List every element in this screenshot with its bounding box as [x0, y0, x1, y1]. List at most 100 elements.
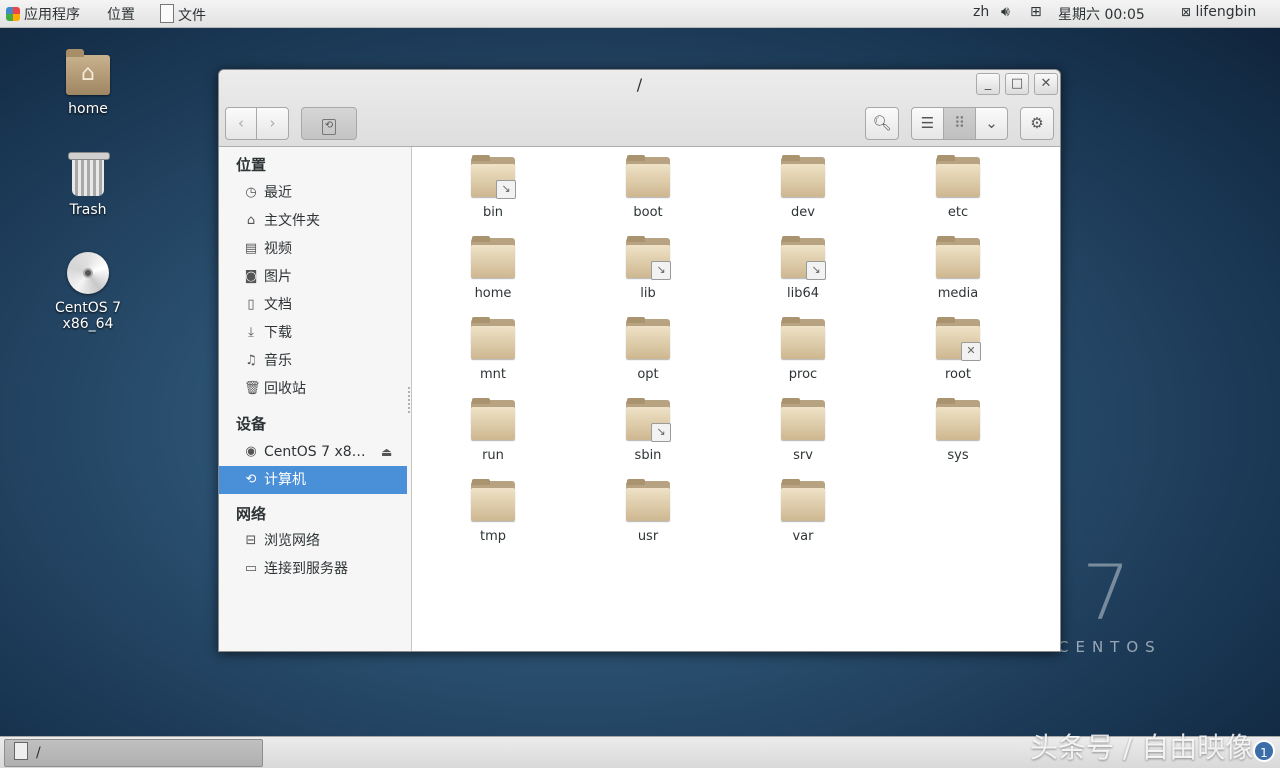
sidebar-item-computer[interactable]: ⟲ 计算机	[219, 466, 407, 494]
file-item[interactable]: proc	[748, 317, 858, 382]
file-name: tmp	[479, 529, 506, 544]
folder-icon	[626, 479, 670, 521]
file-manager-icon	[160, 4, 174, 23]
file-name: dev	[791, 205, 815, 220]
home-icon: ⌂	[246, 213, 256, 228]
file-name: sbin	[634, 448, 662, 463]
home-folder-icon	[66, 49, 110, 95]
file-name: srv	[793, 448, 813, 463]
optical-disc-icon	[67, 252, 109, 294]
sidebar-item-documents[interactable]: ▯ 文档	[219, 291, 407, 319]
file-item[interactable]: ✕ root	[903, 317, 1013, 382]
file-item[interactable]: dev	[748, 155, 858, 220]
search-icon: 🔍︎	[872, 114, 892, 132]
grid-view-button[interactable]: ⠿	[943, 107, 976, 140]
file-name: home	[474, 286, 512, 301]
file-manager-window: / _ □ ✕ ‹ › ⟲ 🔍︎ ☰ ⠿ ⌄ ⚙ 位置 ◷ 最近 ⌂ 主文件夹 ▤ 视…	[218, 69, 1061, 652]
file-item[interactable]: mnt	[438, 317, 548, 382]
forward-arrow-icon: ›	[269, 114, 276, 132]
sidebar-item-browse-network[interactable]: ⊟ 浏览网络	[219, 527, 407, 555]
centos-version-mark: 7	[1082, 548, 1131, 637]
folder-icon	[936, 398, 980, 440]
network-status-icon[interactable]: ⊞	[1030, 4, 1042, 20]
file-item[interactable]: home	[438, 236, 548, 301]
recent-icon: ◷	[245, 185, 257, 200]
desktop-icon-trash[interactable]: Trash	[28, 152, 148, 218]
file-name: lib64	[786, 286, 820, 301]
app-menu[interactable]: 文件	[160, 4, 206, 25]
list-view-button[interactable]: ☰	[911, 107, 944, 140]
folder-icon	[626, 317, 670, 359]
clock[interactable]: 星期六 00:05	[1058, 4, 1145, 24]
path-bar-root-button[interactable]: ⟲	[301, 107, 357, 140]
eject-icon[interactable]: ⏏	[381, 438, 392, 466]
file-item[interactable]: boot	[593, 155, 703, 220]
disc-icon: ◉	[245, 444, 257, 459]
sidebar-item-trash[interactable]: 🗑︎ 回收站	[219, 375, 407, 403]
centos-wordmark: CENTOS	[1058, 638, 1162, 656]
file-item[interactable]: media	[903, 236, 1013, 301]
file-grid: ↘ bin boot dev etc home ↘ lib ↘ lib64 media mnt opt p…	[412, 147, 1060, 651]
window-titlebar[interactable]: / _ □ ✕ ‹ › ⟲ 🔍︎ ☰ ⠿ ⌄ ⚙	[219, 70, 1060, 147]
sidebar-item-connect-server[interactable]: ▭ 连接到服务器	[219, 555, 407, 583]
file-name: usr	[637, 529, 659, 544]
desktop: { "topbar": { "applications": "应用程序", "p…	[0, 0, 1280, 768]
sidebar-item-recent[interactable]: ◷ 最近	[219, 179, 407, 207]
network-icon: ⊟	[245, 533, 257, 548]
download-icon: ⤓	[248, 325, 254, 340]
file-name: media	[937, 286, 979, 301]
file-name: lib	[640, 286, 656, 301]
minimize-button[interactable]: _	[976, 73, 1000, 95]
close-button[interactable]: ✕	[1034, 73, 1058, 95]
back-button[interactable]: ‹	[225, 107, 257, 140]
folder-icon	[471, 398, 515, 440]
file-item[interactable]: etc	[903, 155, 1013, 220]
file-item[interactable]: sys	[903, 398, 1013, 463]
taskbar-window-button[interactable]: /	[4, 739, 263, 767]
volume-icon[interactable]: 🔊︎	[1001, 4, 1010, 20]
sidebar-item-videos[interactable]: ▤ 视频	[219, 235, 407, 263]
sidebar-item-downloads[interactable]: ⤓ 下载	[219, 319, 407, 347]
symlink-emblem-icon: ↘	[806, 261, 826, 280]
file-item[interactable]: opt	[593, 317, 703, 382]
folder-icon	[471, 317, 515, 359]
applications-menu[interactable]: 应用程序	[6, 4, 80, 24]
file-name: var	[792, 529, 814, 544]
folder-icon: ↘	[471, 155, 516, 199]
file-item[interactable]: srv	[748, 398, 858, 463]
file-item[interactable]: run	[438, 398, 548, 463]
sidebar-item-home[interactable]: ⌂ 主文件夹	[219, 207, 407, 235]
maximize-button[interactable]: □	[1005, 73, 1029, 95]
file-item[interactable]: ↘ bin	[438, 155, 548, 220]
trash-icon	[68, 152, 110, 196]
input-method-indicator[interactable]: zh	[973, 4, 989, 20]
desktop-icon-home[interactable]: home	[28, 49, 148, 117]
view-options-button[interactable]: ⌄	[975, 107, 1008, 140]
user-icon: ⊠	[1181, 5, 1192, 19]
settings-button[interactable]: ⚙	[1020, 107, 1054, 140]
folder-icon	[781, 398, 825, 440]
sidebar-item-cdrom[interactable]: ◉ CentOS 7 x8… ⏏	[219, 438, 407, 466]
folder-icon: ✕	[936, 317, 981, 361]
user-menu[interactable]: ⊠ lifengbin	[1181, 4, 1256, 20]
file-item[interactable]: ↘ lib64	[748, 236, 858, 301]
video-icon: ▤	[244, 241, 258, 256]
forward-button[interactable]: ›	[256, 107, 289, 140]
file-item[interactable]: usr	[593, 479, 703, 544]
file-manager-icon	[14, 742, 28, 760]
folder-icon: ↘	[626, 398, 671, 442]
file-item[interactable]: ↘ lib	[593, 236, 703, 301]
search-button[interactable]: 🔍︎	[865, 107, 899, 140]
file-item[interactable]: ↘ sbin	[593, 398, 703, 463]
sidebar-item-music[interactable]: ♫ 音乐	[219, 347, 407, 375]
sidebar: 位置 ◷ 最近 ⌂ 主文件夹 ▤ 视频 ◙ 图片 ▯ 文档 ⤓ 下载 ♫ 音乐 🗑︎ 回收站 设…	[219, 147, 412, 651]
file-name: boot	[633, 205, 663, 220]
workspace-indicator[interactable]: 1	[1253, 740, 1275, 762]
window-title: /	[636, 75, 643, 94]
file-item[interactable]: tmp	[438, 479, 548, 544]
sidebar-item-pictures[interactable]: ◙ 图片	[219, 263, 407, 291]
places-menu[interactable]: 位置	[107, 4, 135, 24]
desktop-icon-cdrom[interactable]: CentOS 7 x86_64	[28, 252, 148, 332]
file-item[interactable]: var	[748, 479, 858, 544]
symlink-emblem-icon: ↘	[651, 423, 671, 442]
